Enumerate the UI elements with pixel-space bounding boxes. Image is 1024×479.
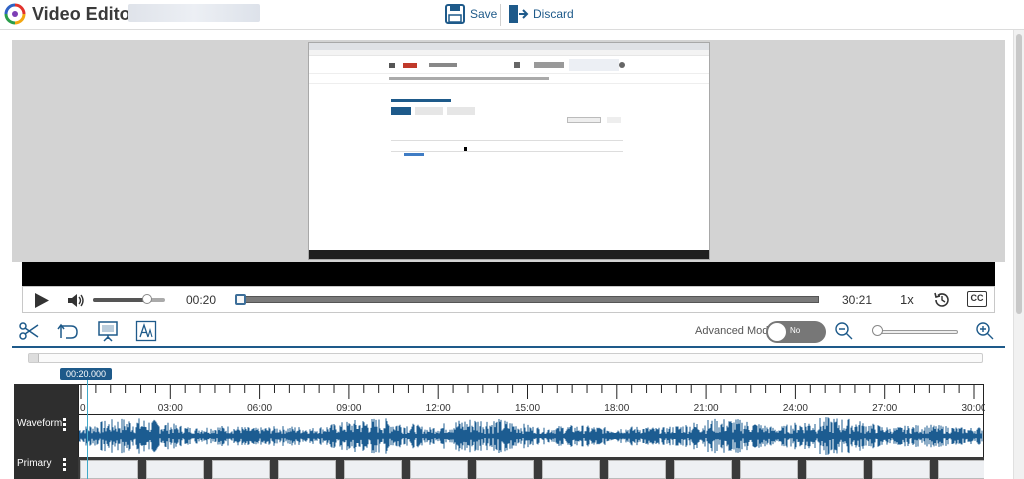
volume-fill	[93, 298, 147, 302]
zoom-out-icon[interactable]	[834, 321, 854, 341]
volume-slider[interactable]	[93, 294, 165, 304]
video-preview	[12, 40, 1005, 262]
video-name-redacted	[128, 4, 260, 22]
ruler-label: 06:00	[247, 403, 272, 414]
video-thumbnail	[872, 460, 930, 479]
ruler-label: 30:00	[961, 403, 985, 414]
ruler-label: 27:00	[872, 403, 897, 414]
track-menu-icon[interactable]	[63, 458, 68, 472]
save-button[interactable]: Save	[444, 2, 497, 26]
video-thumbnail	[410, 460, 468, 479]
current-time: 00:20	[186, 293, 217, 307]
closed-captions-button[interactable]: CC	[967, 291, 987, 307]
waveform-track[interactable]	[78, 415, 984, 457]
ruler-label: 18:00	[604, 403, 629, 414]
playhead-line[interactable]	[87, 380, 88, 479]
timeline-ruler[interactable]: 0 03:00 06:00 09:00 12:00 15:00 18:00 21:00 24:0…	[78, 384, 987, 415]
video-thumbnail	[608, 460, 666, 479]
advanced-mode-label: Advanced Mode	[695, 325, 775, 337]
header-bar: Video Editor : Save Discard	[0, 0, 1024, 30]
timeline-scrollbar[interactable]	[28, 353, 983, 363]
video-thumbnail	[212, 460, 270, 479]
rewind-history-icon[interactable]	[933, 291, 951, 309]
save-icon	[445, 4, 465, 24]
video-thumbnail	[80, 460, 138, 479]
slides-icon[interactable]	[97, 320, 119, 342]
volume-handle[interactable]	[142, 294, 152, 304]
playhead-time-badge[interactable]: 00:20.000	[60, 368, 112, 380]
seek-handle[interactable]	[235, 294, 246, 305]
undo-icon[interactable]	[57, 320, 79, 342]
video-thumbnail	[476, 460, 534, 479]
track-menu-icon[interactable]	[63, 418, 68, 432]
primary-track[interactable]	[78, 457, 984, 479]
video-thumbnail	[542, 460, 600, 479]
zoom-in-icon[interactable]	[975, 321, 995, 341]
ruler-label: 12:00	[426, 403, 451, 414]
video-letterbox	[22, 262, 995, 286]
zoom-slider[interactable]	[876, 330, 958, 334]
volume-icon[interactable]	[67, 293, 85, 308]
video-thumbnail	[344, 460, 402, 479]
toggle-knob	[768, 323, 786, 341]
video-thumbnail	[740, 460, 798, 479]
waveform-path	[78, 417, 983, 455]
play-icon[interactable]	[33, 292, 51, 309]
ruler-label: 03:00	[158, 403, 183, 414]
track-label-primary: Primary	[17, 458, 52, 469]
ruler-label: 24:00	[783, 403, 808, 414]
app-logo-icon	[4, 3, 26, 25]
save-label: Save	[470, 7, 498, 21]
player-controls: 00:20 30:21 1x CC	[22, 286, 995, 313]
video-frame	[308, 42, 710, 260]
advanced-mode-toggle[interactable]: No	[766, 321, 826, 343]
video-thumbnail	[278, 460, 336, 479]
zoom-handle[interactable]	[872, 325, 883, 336]
waveform-graphic	[78, 417, 983, 455]
discard-label: Discard	[533, 7, 574, 21]
discard-icon	[509, 5, 529, 23]
video-thumbnail	[674, 460, 732, 479]
track-label-waveform: Waveform	[17, 418, 63, 429]
ruler-label: 09:00	[336, 403, 361, 414]
ruler-label: 0	[80, 403, 86, 414]
ruler-label: 21:00	[694, 403, 719, 414]
duration-time: 30:21	[842, 293, 873, 307]
video-editor-app: Video Editor : Save Discard 00:20 30:21 …	[0, 0, 1024, 479]
header-divider	[500, 4, 501, 26]
playback-speed[interactable]: 1x	[900, 292, 914, 307]
video-thumbnail	[806, 460, 864, 479]
ruler-label: 15:00	[515, 403, 540, 414]
discard-button[interactable]: Discard	[507, 2, 574, 26]
video-thumbnail	[146, 460, 204, 479]
edit-toolbar: Advanced Mode No	[12, 316, 1005, 348]
video-thumbnail	[938, 460, 984, 479]
seek-bar[interactable]	[236, 296, 819, 303]
text-caption-icon[interactable]	[135, 320, 157, 342]
page-scrollbar[interactable]	[1013, 30, 1024, 479]
scissors-icon[interactable]	[18, 320, 40, 342]
toggle-label: No	[790, 326, 801, 335]
track-headers: Waveform Primary	[14, 384, 78, 479]
ruler-ticks: 0 03:00 06:00 09:00 12:00 15:00 18:00 21:00 24:0…	[80, 385, 987, 414]
